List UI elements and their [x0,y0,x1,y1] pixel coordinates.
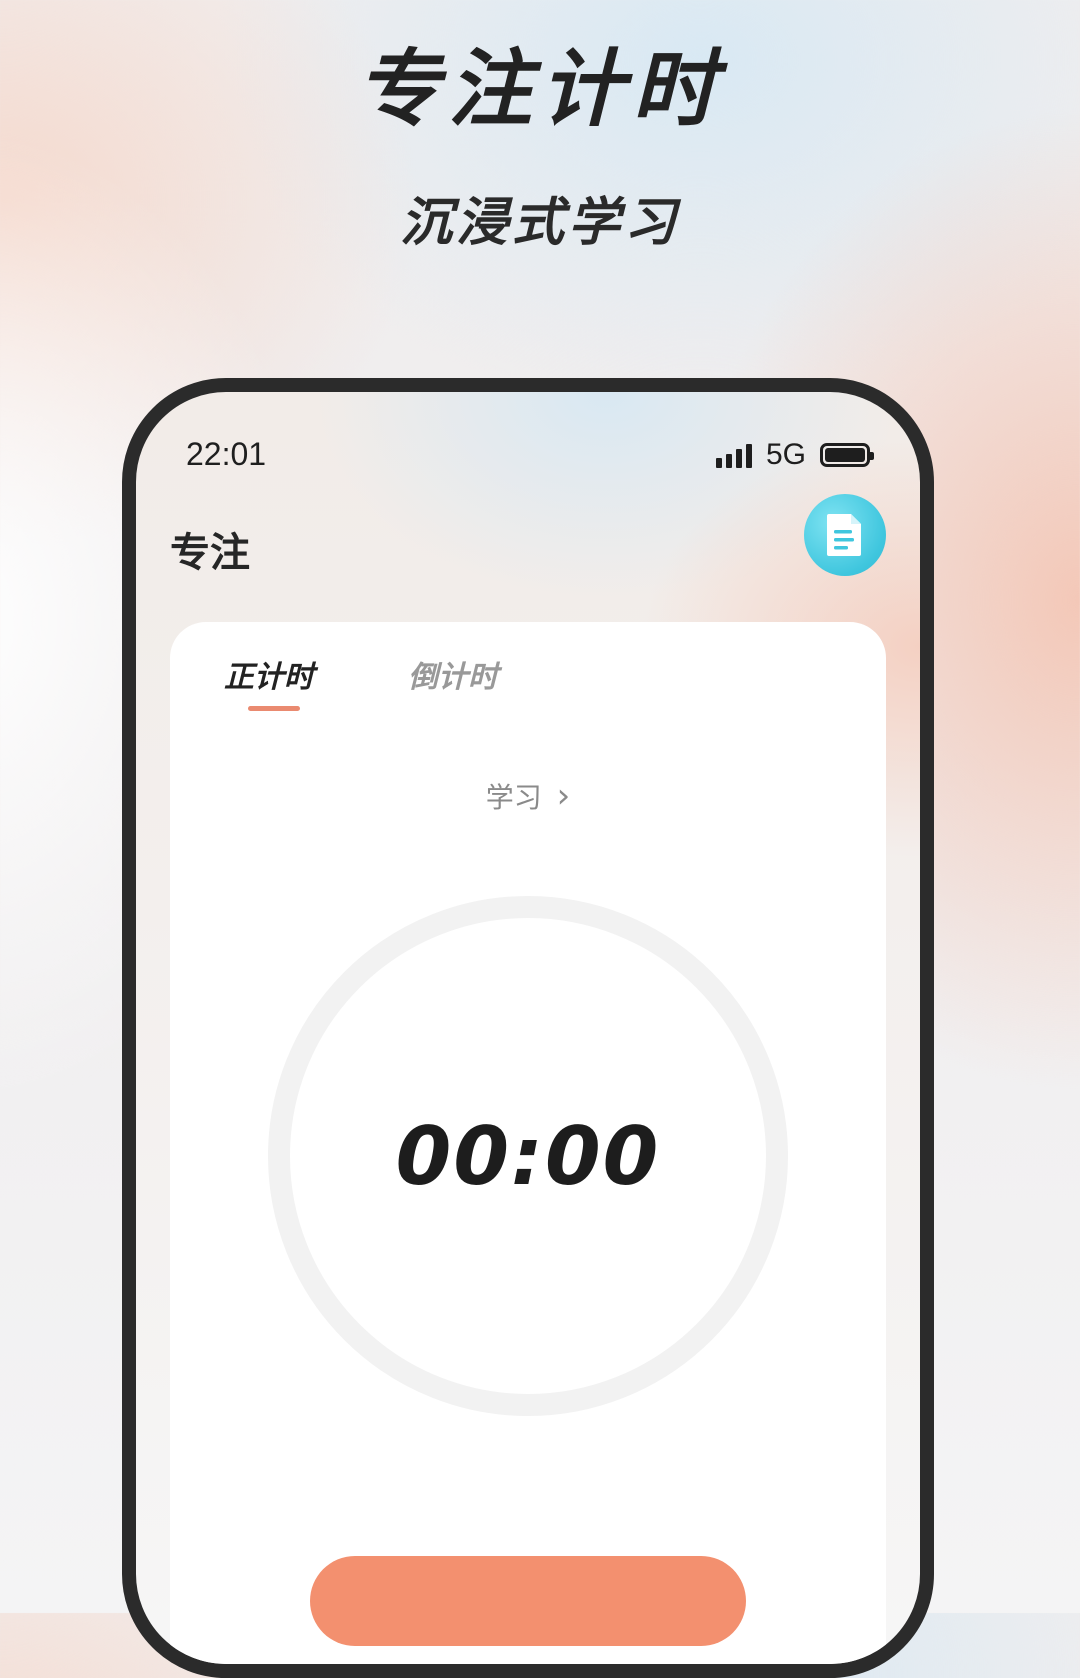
network-label: 5G [765,438,806,471]
timer-value: 00:00 [395,1109,661,1203]
timer-card: 正计时 倒计时 学习 › 00:00 [170,622,886,1664]
promo-headline: 专注计时 [355,40,724,138]
page-title: 专注 [170,530,250,576]
status-indicators: 5G [715,438,874,472]
phone-frame: 22:01 5G 专注 正计时 倒计时 学习 › 00:00 [122,378,934,1678]
record-button[interactable] [804,494,886,576]
category-label: 学习 [485,781,542,814]
active-tab-indicator [248,706,300,711]
battery-icon [820,443,874,467]
timer-ring: 00:00 [268,896,788,1416]
tab-countdown[interactable]: 倒计时 [408,652,498,696]
tab-count-up[interactable]: 正计时 [224,652,314,696]
promo-subline: 沉浸式学习 [399,193,680,253]
chevron-right-icon: › [556,776,571,816]
signal-bars-icon [715,442,752,468]
status-time: 22:01 [186,436,267,472]
category-selector[interactable]: 学习 › [170,776,886,816]
document-icon [827,514,861,556]
start-button[interactable] [310,1556,746,1646]
